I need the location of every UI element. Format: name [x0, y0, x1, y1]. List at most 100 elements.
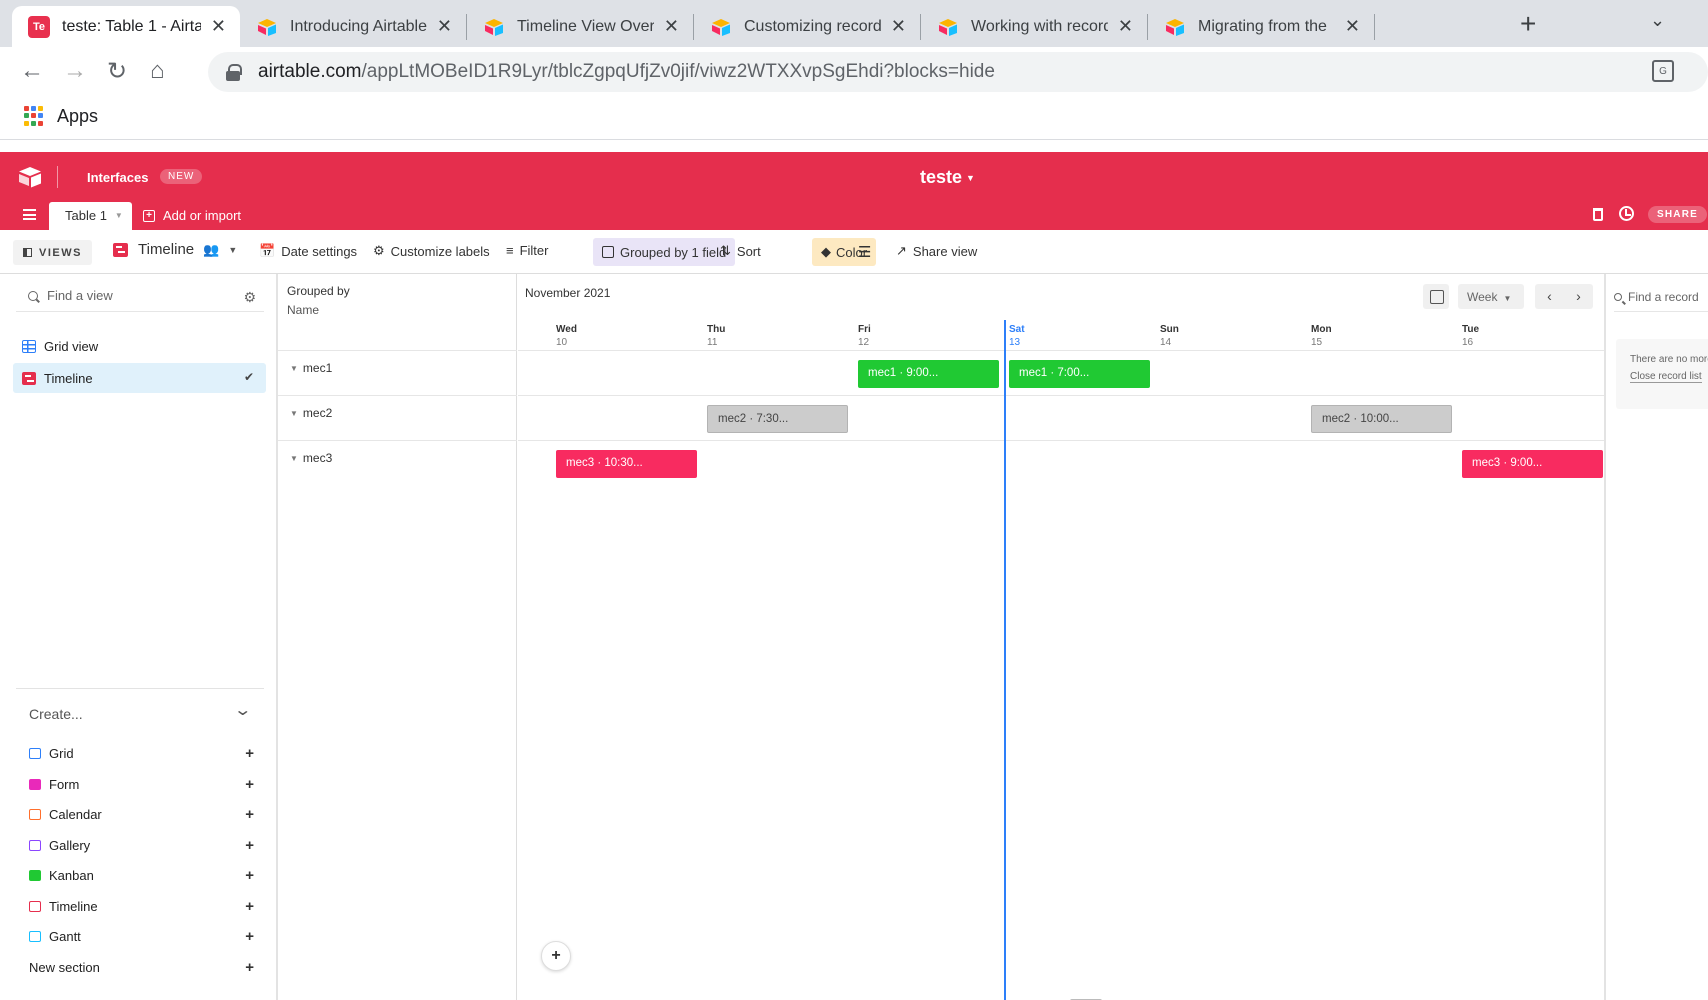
timeline-record[interactable]: mec1 · 9:00...	[858, 360, 999, 388]
tab-search-chevron-icon[interactable]: ⌄	[1650, 10, 1665, 31]
plus-icon[interactable]: +	[245, 928, 254, 945]
create-gantt[interactable]: Gantt +	[29, 926, 254, 946]
views-label: VIEWS	[39, 246, 82, 259]
day-date: 10	[556, 337, 568, 348]
time-scale-select[interactable]: Week ▼	[1458, 284, 1524, 309]
airtable-logo-icon[interactable]	[18, 166, 42, 188]
apps-grid-icon[interactable]	[24, 106, 44, 126]
close-tab-icon[interactable]: ✕	[1118, 16, 1133, 37]
sort-button[interactable]: ⇅ Sort	[720, 243, 761, 259]
timeline-record[interactable]: mec1 · 7:00...	[1009, 360, 1150, 388]
interfaces-link[interactable]: Interfaces	[87, 170, 148, 185]
browser-tab[interactable]: Working with records ✕	[921, 6, 1147, 47]
create-timeline[interactable]: Timeline +	[29, 896, 254, 916]
reload-icon[interactable]: ↻	[107, 57, 127, 86]
views-toggle-button[interactable]: VIEWS	[13, 240, 92, 265]
url-path: /appLtMOBeID1R9Lyr/tblcZgpqUfjZv0jif/viw…	[361, 61, 995, 82]
add-record-button[interactable]: +	[541, 941, 571, 971]
plus-icon[interactable]: +	[245, 745, 254, 762]
create-grid[interactable]: Grid +	[29, 743, 254, 763]
new-tab-icon[interactable]: +	[1520, 8, 1536, 40]
timeline-record[interactable]: mec3 · 10:30...	[556, 450, 697, 478]
group-row-mec2[interactable]: ▼ mec2	[278, 395, 517, 440]
close-tab-icon[interactable]: ✕	[891, 16, 906, 37]
day-date: 16	[1462, 337, 1474, 348]
timeline-record[interactable]: mec3 · 9:00...	[1462, 450, 1603, 478]
chevron-down-icon[interactable]: ⌄	[233, 700, 252, 720]
date-settings-button[interactable]: 📅 Date settings	[259, 243, 357, 259]
plus-square-icon: +	[143, 209, 155, 222]
filter-button[interactable]: ≡ Filter	[506, 243, 548, 258]
plus-icon[interactable]: +	[245, 898, 254, 915]
next-chevron-icon[interactable]: ›	[1564, 284, 1593, 309]
base-name-menu[interactable]: teste ▼	[920, 167, 975, 188]
browser-tab[interactable]: Timeline View Overview ✕	[467, 6, 693, 47]
back-icon[interactable]: ←	[20, 57, 44, 85]
close-tab-icon[interactable]: ✕	[211, 16, 226, 37]
new-badge: NEW	[160, 169, 203, 184]
day-name: Tue	[1462, 324, 1480, 335]
plus-icon[interactable]: +	[245, 959, 254, 976]
timeline-record[interactable]: mec2 · 7:30...	[707, 405, 848, 433]
customize-labels-button[interactable]: ⚙ Customize labels	[373, 243, 490, 259]
header-divider	[57, 166, 58, 188]
forward-icon[interactable]: →	[63, 57, 87, 85]
plus-icon[interactable]: +	[245, 867, 254, 884]
url-host: airtable.com	[258, 61, 362, 82]
timeline-icon	[113, 242, 128, 257]
create-calendar[interactable]: Calendar +	[29, 804, 254, 824]
home-icon[interactable]: ⌂	[150, 57, 165, 85]
day-name: Sat	[1009, 324, 1025, 335]
apps-bookmark[interactable]: Apps	[57, 106, 98, 127]
trash-icon[interactable]	[1593, 208, 1603, 221]
empty-text: There are no more	[1630, 354, 1708, 365]
current-view-menu[interactable]: Timeline 👥 ▼	[113, 241, 237, 258]
previous-chevron-icon[interactable]: ‹	[1535, 284, 1564, 309]
airtable-favicon-icon	[256, 16, 278, 38]
create-section-header[interactable]: Create...	[29, 706, 83, 722]
share-button[interactable]: SHARE	[1648, 206, 1708, 223]
group-name: mec2	[302, 406, 333, 420]
paint-bucket-icon: ◆	[821, 244, 831, 259]
plus-icon[interactable]: +	[245, 776, 254, 793]
group-button[interactable]: Grouped by 1 field	[593, 238, 736, 266]
group-row-mec1[interactable]: ▼ mec1	[278, 350, 517, 395]
find-record-input[interactable]: Find a record	[1614, 282, 1708, 312]
share-view-button[interactable]: ↗ Share view	[896, 243, 977, 259]
sidebar-item-grid-view[interactable]: Grid view	[13, 331, 266, 361]
create-gallery[interactable]: Gallery +	[29, 835, 254, 855]
browser-tab[interactable]: Introducing Airtable ✕	[240, 6, 466, 47]
address-bar[interactable]: airtable.com/appLtMOBeID1R9Lyr/tblcZgpqU…	[208, 52, 1708, 92]
close-tab-icon[interactable]: ✕	[664, 16, 679, 37]
timeline-record[interactable]: mec2 · 10:00...	[1311, 405, 1452, 433]
browser-tab[interactable]: Migrating from the ✕	[1148, 6, 1374, 47]
caret-down-icon[interactable]: ▼	[290, 364, 298, 373]
plus-icon[interactable]: +	[245, 806, 254, 823]
caret-down-icon[interactable]: ▼	[290, 454, 298, 463]
create-form[interactable]: Form +	[29, 774, 254, 794]
create-new-section[interactable]: New section +	[29, 957, 254, 977]
hamburger-menu-icon[interactable]	[23, 209, 36, 220]
row-height-icon[interactable]: ☰	[858, 243, 871, 261]
sidebar-item-timeline[interactable]: Timeline ✔	[13, 363, 266, 393]
plus-icon[interactable]: +	[245, 837, 254, 854]
close-tab-icon[interactable]: ✕	[437, 16, 452, 37]
history-icon[interactable]	[1619, 206, 1634, 221]
grid-icon	[29, 747, 41, 759]
caret-down-icon[interactable]: ▼	[290, 409, 298, 418]
browser-tab[interactable]: Customizing records ✕	[694, 6, 920, 47]
table-tab[interactable]: Table 1 ▼	[49, 202, 132, 230]
close-tab-icon[interactable]: ✕	[1345, 16, 1360, 37]
close-record-list-link[interactable]: Close record list	[1630, 371, 1702, 383]
expand-record-list-button[interactable]	[1423, 284, 1449, 309]
record-list-panel: Find a record There are no more Close re…	[1604, 274, 1708, 1000]
day-name: Fri	[858, 324, 871, 335]
browser-tab-active[interactable]: Te teste: Table 1 - Airtable ✕	[12, 6, 240, 47]
find-view-input[interactable]: Find a view ⚙	[16, 280, 264, 312]
add-or-import-button[interactable]: + Add or import	[143, 208, 241, 223]
create-kanban[interactable]: Kanban +	[29, 865, 254, 885]
gear-icon[interactable]: ⚙	[243, 289, 256, 306]
translate-icon[interactable]: G	[1652, 60, 1674, 82]
group-row-mec3[interactable]: ▼ mec3	[278, 440, 517, 485]
month-label: November 2021	[525, 286, 611, 300]
